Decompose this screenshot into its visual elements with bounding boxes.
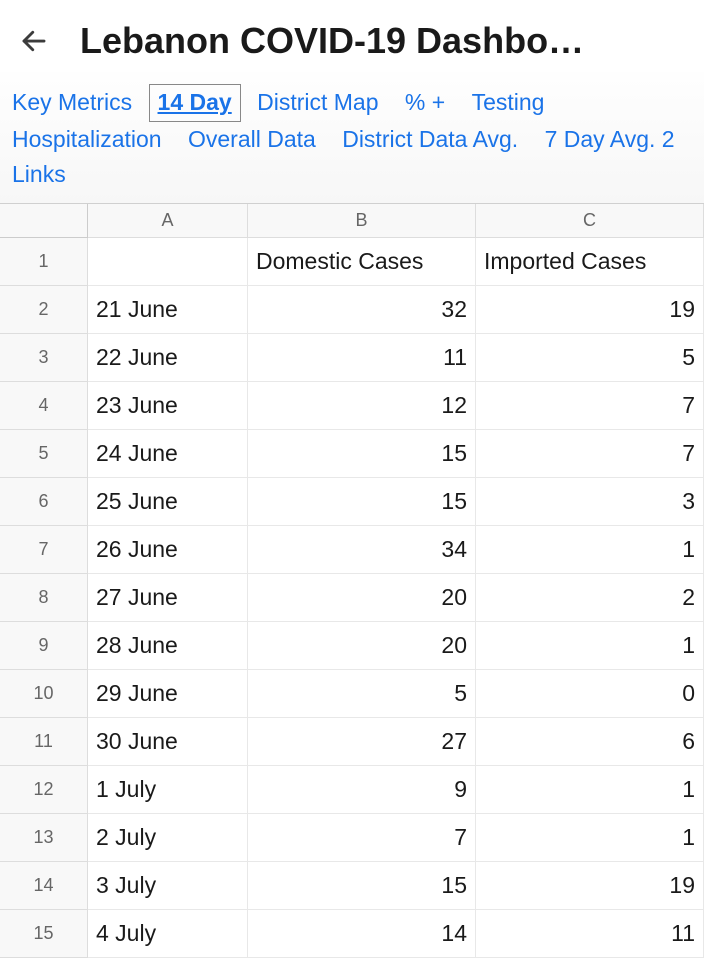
row-header[interactable]: 7 — [0, 526, 88, 574]
cell-imported[interactable]: 19 — [476, 862, 704, 910]
row-header[interactable]: 5 — [0, 430, 88, 478]
cell-domestic[interactable]: 15 — [248, 862, 476, 910]
cell-imported[interactable]: 19 — [476, 286, 704, 334]
row-header[interactable]: 1 — [0, 238, 88, 286]
cell-date[interactable]: 27 June — [88, 574, 248, 622]
cell-date[interactable]: 4 July — [88, 910, 248, 958]
cell-imported[interactable]: 3 — [476, 478, 704, 526]
cell-date[interactable]: 24 June — [88, 430, 248, 478]
cell-date[interactable]: 2 July — [88, 814, 248, 862]
tab-hospitalization[interactable]: Hospitalization — [2, 122, 172, 158]
tab-7-day-avg-2[interactable]: 7 Day Avg. 2 — [535, 122, 685, 158]
cell-imported[interactable]: 11 — [476, 910, 704, 958]
cell-a1[interactable] — [88, 238, 248, 286]
cell-imported[interactable]: 7 — [476, 430, 704, 478]
cell-date[interactable]: 3 July — [88, 862, 248, 910]
cell-imported[interactable]: 1 — [476, 526, 704, 574]
cell-imported[interactable]: 1 — [476, 622, 704, 670]
cell-date[interactable]: 23 June — [88, 382, 248, 430]
cell-imported[interactable]: 0 — [476, 670, 704, 718]
row-header[interactable]: 12 — [0, 766, 88, 814]
cell-date[interactable]: 21 June — [88, 286, 248, 334]
cell-domestic[interactable]: 15 — [248, 430, 476, 478]
cell-date[interactable]: 25 June — [88, 478, 248, 526]
cell-domestic[interactable]: 20 — [248, 574, 476, 622]
cell-imported[interactable]: 1 — [476, 766, 704, 814]
cell-domestic[interactable]: 7 — [248, 814, 476, 862]
select-all-corner[interactable] — [0, 204, 88, 238]
row-header[interactable]: 13 — [0, 814, 88, 862]
column-header-c[interactable]: C — [476, 204, 704, 238]
cell-date[interactable]: 1 July — [88, 766, 248, 814]
cell-domestic[interactable]: 12 — [248, 382, 476, 430]
column-header-a[interactable]: A — [88, 204, 248, 238]
tab-14-day[interactable]: 14 Day — [149, 84, 241, 122]
cell-domestic[interactable]: 5 — [248, 670, 476, 718]
back-arrow-icon[interactable] — [16, 23, 52, 59]
row-header[interactable]: 3 — [0, 334, 88, 382]
cell-domestic[interactable]: 32 — [248, 286, 476, 334]
cell-domestic[interactable]: 9 — [248, 766, 476, 814]
cell-date[interactable]: 26 June — [88, 526, 248, 574]
cell-date[interactable]: 29 June — [88, 670, 248, 718]
row-header[interactable]: 14 — [0, 862, 88, 910]
app-header: Lebanon COVID-19 Dashbo… — [0, 0, 704, 72]
cell-imported[interactable]: 7 — [476, 382, 704, 430]
sheet-tabs: Key Metrics 14 Day District Map % + Test… — [0, 72, 704, 204]
tab-district-data-avg[interactable]: District Data Avg. — [332, 122, 528, 158]
tab-district-map[interactable]: District Map — [247, 85, 388, 121]
cell-domestic[interactable]: 27 — [248, 718, 476, 766]
row-header[interactable]: 9 — [0, 622, 88, 670]
row-header[interactable]: 10 — [0, 670, 88, 718]
spreadsheet-grid[interactable]: A B C 1 Domestic Cases Imported Cases 2 … — [0, 204, 704, 958]
tab-links[interactable]: Links — [2, 157, 76, 193]
row-header[interactable]: 6 — [0, 478, 88, 526]
cell-date[interactable]: 28 June — [88, 622, 248, 670]
cell-imported[interactable]: 1 — [476, 814, 704, 862]
cell-domestic[interactable]: 34 — [248, 526, 476, 574]
tab-overall-data[interactable]: Overall Data — [178, 122, 326, 158]
tab-key-metrics[interactable]: Key Metrics — [2, 85, 142, 121]
cell-imported[interactable]: 2 — [476, 574, 704, 622]
cell-date[interactable]: 22 June — [88, 334, 248, 382]
cell-b1[interactable]: Domestic Cases — [248, 238, 476, 286]
tab-testing[interactable]: Testing — [462, 85, 555, 121]
cell-domestic[interactable]: 20 — [248, 622, 476, 670]
cell-domestic[interactable]: 15 — [248, 478, 476, 526]
cell-domestic[interactable]: 11 — [248, 334, 476, 382]
cell-c1[interactable]: Imported Cases — [476, 238, 704, 286]
row-header[interactable]: 2 — [0, 286, 88, 334]
page-title: Lebanon COVID-19 Dashbo… — [80, 20, 584, 62]
cell-domestic[interactable]: 14 — [248, 910, 476, 958]
row-header[interactable]: 8 — [0, 574, 88, 622]
row-header[interactable]: 4 — [0, 382, 88, 430]
row-header[interactable]: 11 — [0, 718, 88, 766]
column-header-b[interactable]: B — [248, 204, 476, 238]
cell-imported[interactable]: 6 — [476, 718, 704, 766]
tab-percent-plus[interactable]: % + — [395, 85, 455, 121]
cell-imported[interactable]: 5 — [476, 334, 704, 382]
cell-date[interactable]: 30 June — [88, 718, 248, 766]
row-header[interactable]: 15 — [0, 910, 88, 958]
